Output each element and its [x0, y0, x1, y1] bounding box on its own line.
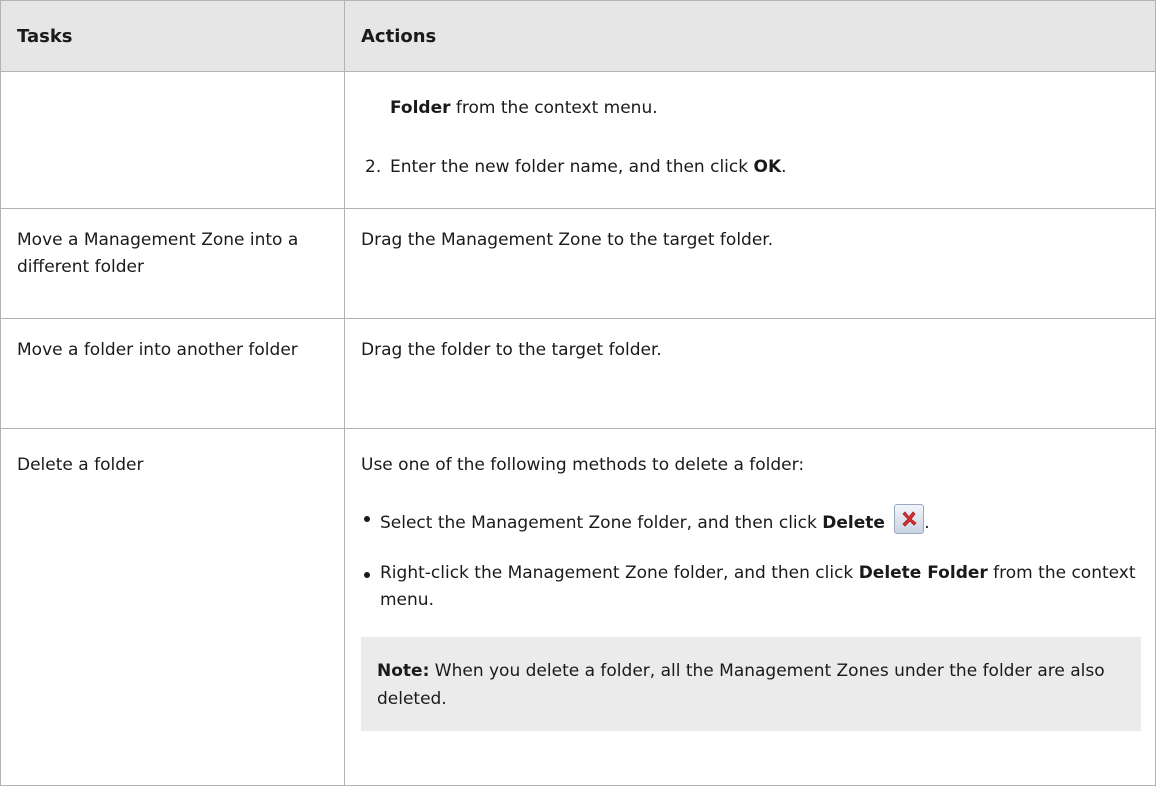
step-1-bold: Folder — [390, 98, 451, 118]
action-cell: Use one of the following methods to dele… — [344, 428, 1156, 786]
step-2-end: . — [781, 157, 787, 177]
list-item: Select the Management Zone folder, and t… — [361, 504, 1139, 537]
table-header-row: Tasks Actions — [0, 0, 1156, 72]
task-cell — [0, 71, 345, 209]
task-cell: Move a Management Zone into a different … — [0, 208, 345, 319]
table-row: Folder from the context menu. 2. Enter th… — [0, 71, 1156, 209]
delete-intro: Use one of the following methods to dele… — [361, 455, 805, 475]
action-cell: Drag the folder to the target folder. — [344, 318, 1156, 429]
note-box: Note: When you delete a folder, all the … — [361, 637, 1141, 731]
bullet-1-end: . — [924, 513, 930, 533]
step-1-rest: from the context menu. — [450, 98, 658, 118]
bullet-2-bold: Delete Folder — [858, 563, 988, 583]
bullet-dot — [364, 516, 370, 522]
task-cell: Delete a folder — [0, 428, 345, 786]
actions-header: Actions — [344, 0, 1156, 72]
document-page: Tasks Actions Folder from the context me… — [0, 0, 1169, 794]
delete-methods-list: Select the Management Zone folder, and t… — [361, 504, 1139, 614]
table-row: Move a folder into another folder Drag t… — [0, 318, 1156, 429]
delete-x-icon — [894, 504, 925, 534]
action-cell: Folder from the context menu. 2. Enter th… — [344, 71, 1156, 209]
tasks-header: Tasks — [0, 0, 345, 72]
note-text: When you delete a folder, all the Manage… — [377, 661, 1105, 709]
action-cell: Drag the Management Zone to the target f… — [344, 208, 1156, 319]
step-2: 2. Enter the new folder name, and then cl… — [365, 154, 787, 181]
step-2-text: Enter the new folder name, and then clic… — [390, 157, 754, 177]
task-cell: Move a folder into another folder — [0, 318, 345, 429]
bullet-1-bold: Delete — [822, 513, 885, 533]
bullet-2-text: Right-click the Management Zone folder, … — [380, 563, 859, 583]
step-2-bold: OK — [753, 157, 782, 177]
table-row: Move a Management Zone into a different … — [0, 208, 1156, 319]
bullet-1-text: Select the Management Zone folder, and t… — [380, 513, 823, 533]
step-2-number: 2. — [365, 157, 382, 177]
list-item: Right-click the Management Zone folder, … — [361, 560, 1139, 614]
note-label: Note: — [377, 661, 430, 681]
table-row: Delete a folder Use one of the following… — [0, 428, 1156, 786]
step-1-continuation: Folder from the context menu. — [390, 95, 658, 122]
bullet-dot — [364, 572, 370, 578]
tasks-actions-table: Tasks Actions Folder from the context me… — [0, 0, 1156, 786]
